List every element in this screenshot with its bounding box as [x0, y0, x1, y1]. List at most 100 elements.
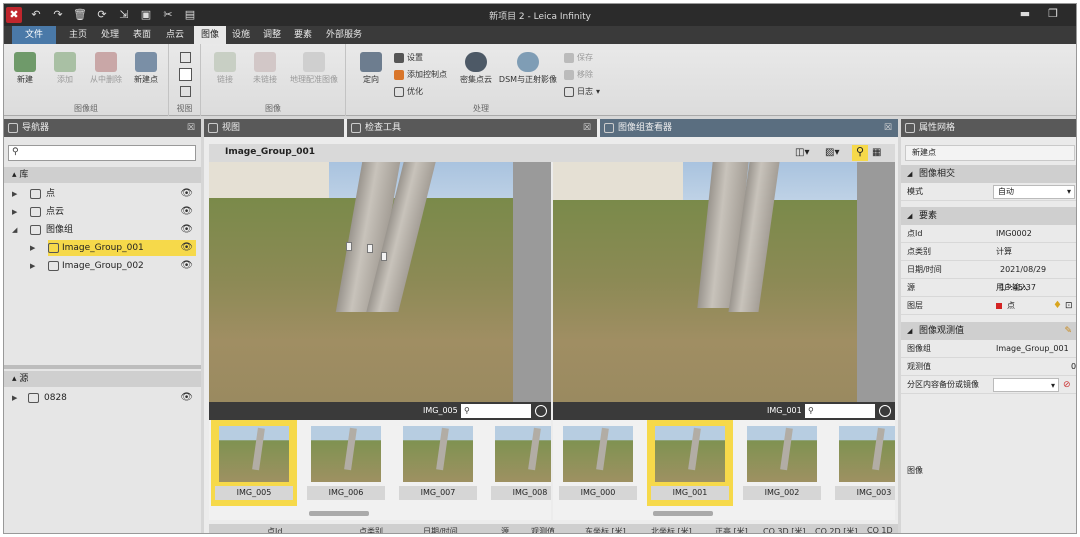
thumbnail[interactable]: IMG_003 — [831, 420, 895, 506]
expand-icon[interactable]: ▶ — [30, 239, 35, 257]
minimize-icon[interactable]: ▬ — [1020, 7, 1030, 20]
image-menu-icon[interactable]: ▨▾ — [825, 147, 839, 158]
tab-file[interactable]: 文件 — [12, 26, 56, 44]
close-icon[interactable]: ☒ — [583, 119, 591, 137]
col-easting[interactable]: 东坐标 [米] — [585, 526, 626, 533]
thumbnail[interactable]: IMG_005 — [211, 420, 297, 506]
new-point-field[interactable]: 新建点 — [905, 145, 1075, 161]
expand-icon[interactable]: ▶ — [12, 203, 17, 221]
compass-icon[interactable] — [535, 405, 547, 417]
pencil-icon[interactable]: ✎ — [1064, 322, 1072, 340]
tree-item-image-group-002[interactable]: ▶ Image_Group_002 👁 — [4, 257, 201, 275]
tab-features[interactable]: 要素 — [288, 26, 318, 44]
col-height[interactable]: 正高 [米] — [715, 526, 748, 533]
tab-image-group-viewer[interactable]: 图像组查看器 ☒ — [600, 119, 898, 137]
col-cq3d[interactable]: CQ 3D [米] — [763, 526, 805, 533]
unlink-button[interactable]: 未链接 — [247, 52, 283, 85]
close-icon[interactable]: ☒ — [884, 119, 892, 137]
expand-icon[interactable]: ▶ — [30, 257, 35, 275]
expand-icon[interactable]: ▶ — [12, 389, 17, 407]
col-cq2d[interactable]: CQ 2D [米] — [815, 526, 857, 533]
thumbnail[interactable]: IMG_008 — [487, 420, 551, 506]
right-image-search-input[interactable]: ⚲ — [805, 404, 875, 418]
col-datetime[interactable]: 日期/时间 — [423, 526, 458, 533]
remove-from-button[interactable]: 从中删除 — [86, 52, 126, 85]
optimize-button[interactable]: 优化 — [394, 86, 423, 97]
right-image-view[interactable] — [553, 162, 857, 402]
new-button[interactable]: 新建 — [10, 52, 40, 85]
grid-view-icon[interactable] — [180, 86, 191, 97]
tab-process[interactable]: 处理 — [94, 26, 126, 44]
source-section[interactable]: ▴ 源 — [4, 371, 201, 387]
mode-select[interactable]: 自动 ▾ — [993, 185, 1075, 199]
tab-home[interactable]: 主页 — [62, 26, 94, 44]
add-button[interactable]: 添加 — [50, 52, 80, 85]
tab-view[interactable]: 视图 — [204, 119, 344, 137]
scrollbar[interactable] — [653, 511, 713, 516]
col-cq1d[interactable]: CQ 1D — [867, 526, 893, 533]
eye-icon[interactable]: 👁 — [180, 185, 193, 203]
tab-external[interactable]: 外部服务 — [320, 26, 368, 44]
add-control-point-button[interactable]: 添加控制点 — [394, 69, 447, 80]
navigator-search-input[interactable]: ⚲ — [8, 145, 196, 161]
lightbulb-icon[interactable]: ♦ — [1053, 297, 1062, 315]
thumbnail[interactable]: IMG_007 — [395, 420, 481, 506]
eye-icon[interactable]: 👁 — [180, 239, 193, 257]
eye-icon[interactable]: 👁 — [180, 389, 193, 407]
zoom-icon[interactable]: ⚲ — [852, 145, 868, 161]
orient-button[interactable]: 定向 — [354, 52, 388, 85]
cancel-icon[interactable]: ⊘ — [1063, 376, 1071, 394]
col-point-id[interactable]: 点Id — [267, 526, 282, 533]
expand-icon[interactable]: ▶ — [12, 185, 17, 203]
tab-surface[interactable]: 表面 — [126, 26, 158, 44]
partition-select[interactable]: ▾ — [993, 378, 1059, 392]
tab-image[interactable]: 图像 — [194, 26, 226, 44]
new-point-button[interactable]: 新建点 — [129, 52, 163, 85]
lock-icon[interactable]: ⊡ — [1065, 297, 1073, 315]
tab-facility[interactable]: 设施 — [226, 26, 256, 44]
thumbnail[interactable]: IMG_006 — [303, 420, 389, 506]
section-image-observations[interactable]: ◢ 图像观测值 ✎ — [901, 322, 1076, 340]
left-image-search-input[interactable]: ⚲ — [461, 404, 531, 418]
tree-item-pointcloud[interactable]: ▶ 点云 👁 — [4, 203, 201, 221]
log-button[interactable]: 日志 ▾ — [564, 86, 600, 97]
tree-item-image-group-001[interactable]: ▶ Image_Group_001 👁 — [4, 239, 201, 257]
save-button[interactable]: 保存 — [564, 52, 593, 63]
dense-cloud-button[interactable]: 密集点云 — [456, 52, 496, 85]
col-northing[interactable]: 北坐标 [米] — [651, 526, 692, 533]
eye-icon[interactable]: 👁 — [180, 203, 193, 221]
thumbnail[interactable]: IMG_002 — [739, 420, 825, 506]
compass-icon[interactable] — [879, 405, 891, 417]
col-source[interactable]: 源 — [501, 526, 509, 533]
tree-item-source-0828[interactable]: ▶ 0828 👁 — [4, 389, 201, 407]
thumbnail[interactable]: IMG_000 — [555, 420, 641, 506]
tab-pointcloud[interactable]: 点云 — [158, 26, 192, 44]
dsm-ortho-button[interactable]: DSM与正射影像 — [498, 52, 558, 85]
library-section[interactable]: ▴ 库 — [4, 167, 201, 183]
remove-button[interactable]: 移除 — [564, 69, 593, 80]
restore-icon[interactable]: ❐ — [1048, 7, 1058, 20]
layout-menu-icon[interactable]: ◫▾ — [795, 147, 809, 158]
col-observation[interactable]: 观测值 — [531, 526, 555, 533]
tree-item-points[interactable]: ▶ 点 👁 — [4, 185, 201, 203]
section-elements[interactable]: ◢ 要素 — [901, 207, 1076, 225]
thumbnail[interactable]: IMG_001 — [647, 420, 733, 506]
left-image-view[interactable] — [209, 162, 513, 402]
col-point-type[interactable]: 点类别 — [359, 526, 383, 533]
panel-icon[interactable]: ▦ — [872, 147, 881, 158]
georef-button[interactable]: 地理配准图像 — [285, 52, 343, 85]
eye-icon[interactable]: 👁 — [180, 257, 193, 275]
split-view-icon[interactable] — [179, 68, 192, 81]
tab-inspect-tools[interactable]: 检查工具 ☒ — [347, 119, 597, 137]
tab-adjust[interactable]: 调整 — [257, 26, 287, 44]
eye-icon[interactable]: 👁 — [180, 221, 193, 239]
single-view-icon[interactable] — [180, 52, 191, 63]
tree-item-image-groups[interactable]: ◢ 图像组 👁 — [4, 221, 201, 239]
link-button[interactable]: 链接 — [207, 52, 243, 85]
scrollbar[interactable] — [309, 511, 369, 516]
settings-button[interactable]: 设置 — [394, 52, 423, 63]
splitter[interactable] — [4, 365, 201, 369]
section-image-intersection[interactable]: ◢ 图像相交 — [901, 165, 1076, 183]
collapse-icon[interactable]: ◢ — [12, 221, 17, 239]
close-icon[interactable]: ☒ — [187, 119, 195, 137]
